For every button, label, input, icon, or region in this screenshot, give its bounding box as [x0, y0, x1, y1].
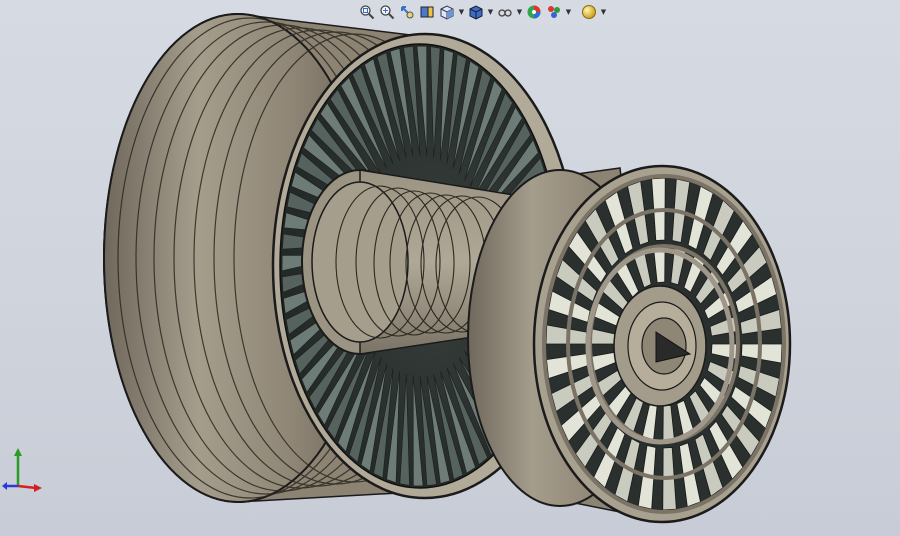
x-axis-icon: [17, 484, 37, 490]
turbofan-engine-model[interactable]: [0, 0, 900, 536]
graphics-area[interactable]: ▼ ▼ ▼ ▼ ▼: [0, 0, 900, 536]
reference-triad: [2, 448, 42, 492]
